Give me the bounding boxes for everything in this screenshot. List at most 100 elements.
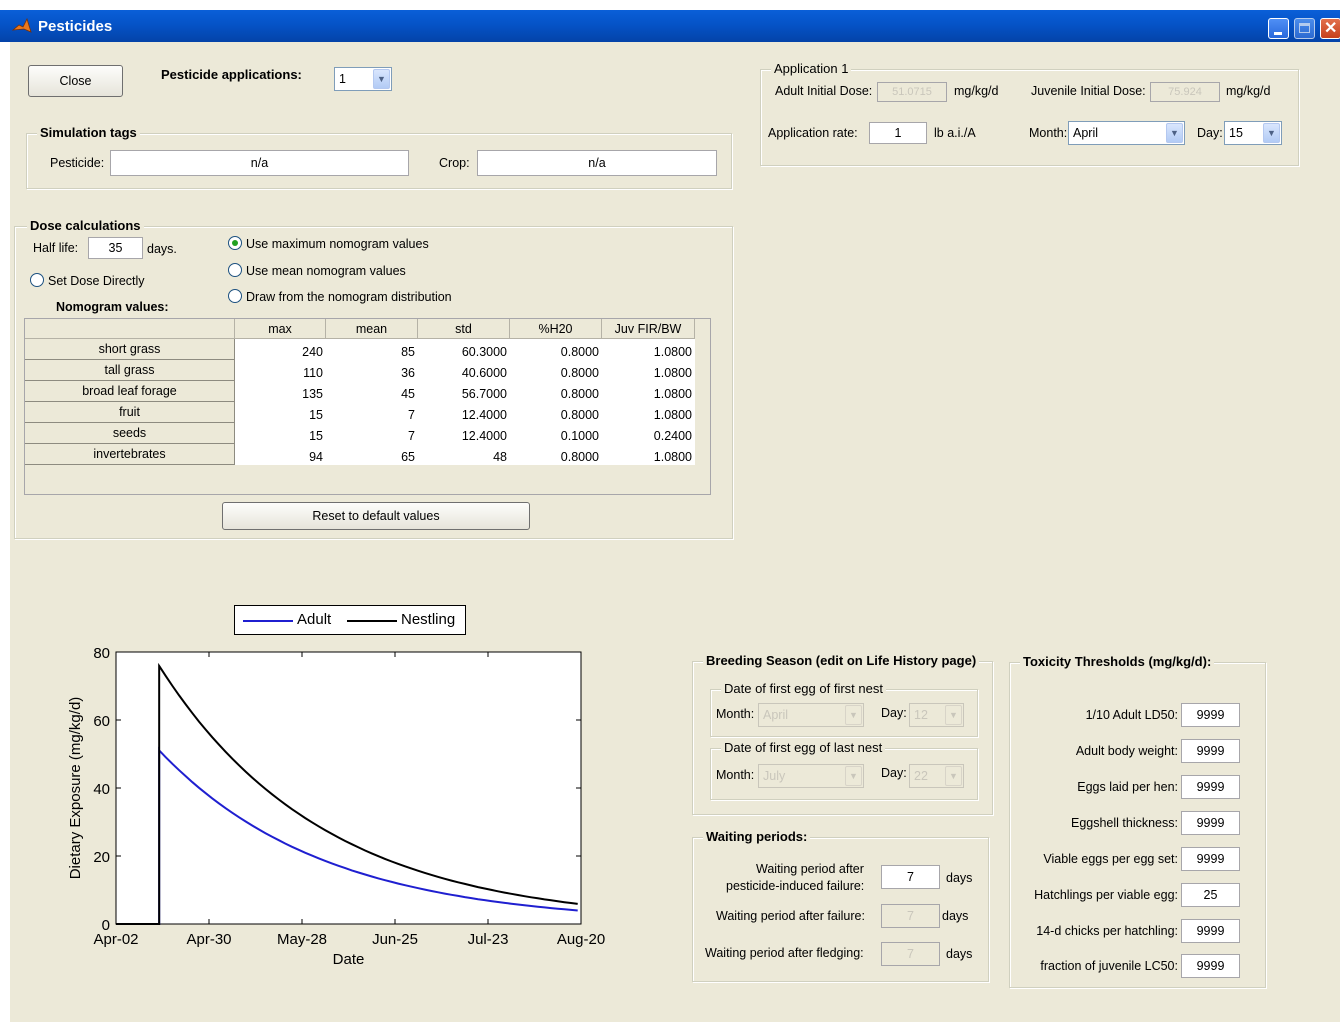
reset-defaults-button[interactable]: Reset to default values xyxy=(222,502,530,530)
table-cell[interactable]: 7 xyxy=(326,405,415,426)
x-tick-label: Apr-30 xyxy=(186,931,231,948)
table-cell[interactable]: 15 xyxy=(235,405,323,426)
wait-pesticide-failure-field[interactable]: 7 xyxy=(881,865,940,889)
wait3-label: Waiting period after fledging: xyxy=(705,946,864,960)
row-header: tall grass xyxy=(25,360,235,381)
table-cells: 240 85 60.3000 0.8000 1.0800 110 36 40.6… xyxy=(235,339,695,465)
adult-dose-field: 51.0715 xyxy=(877,82,947,102)
juvenile-dose-unit: mg/kg/d xyxy=(1226,84,1271,98)
table-cell[interactable]: 0.8000 xyxy=(510,342,599,363)
breeding-season-title: Breeding Season (edit on Life History pa… xyxy=(703,653,980,668)
toxicity-field[interactable]: 9999 xyxy=(1181,954,1240,978)
applications-label: Pesticide applications: xyxy=(161,67,302,82)
table-cell[interactable]: 48 xyxy=(418,447,507,468)
toxicity-field[interactable]: 9999 xyxy=(1181,703,1240,727)
chevron-down-icon: ▼ xyxy=(845,705,862,725)
half-life-unit: days. xyxy=(147,242,177,256)
rate-unit: lb a.i./A xyxy=(934,126,976,140)
half-life-field[interactable]: 35 xyxy=(88,237,143,259)
max-nomogram-radio[interactable] xyxy=(228,236,242,250)
days-unit: days xyxy=(942,909,969,923)
crop-field[interactable]: n/a xyxy=(477,150,717,176)
table-cell[interactable]: 0.8000 xyxy=(510,405,599,426)
juvenile-dose-label: Juvenile Initial Dose: xyxy=(1031,84,1146,98)
max-nomogram-label: Use maximum nomogram values xyxy=(246,237,429,251)
set-dose-directly-radio[interactable] xyxy=(30,273,44,287)
table-cell[interactable]: 1.0800 xyxy=(602,342,692,363)
table-cell[interactable]: 1.0800 xyxy=(602,405,692,426)
month-select[interactable]: April ▼ xyxy=(1068,121,1185,145)
first-day-select: 12 ▼ xyxy=(909,703,964,727)
chevron-down-icon: ▼ xyxy=(1166,123,1183,143)
table-cell[interactable]: 0.8000 xyxy=(510,363,599,384)
toxicity-field[interactable]: 9999 xyxy=(1181,811,1240,835)
column-header[interactable]: max xyxy=(235,319,326,339)
column-header[interactable]: mean xyxy=(326,319,418,339)
table-cell[interactable]: 12.4000 xyxy=(418,405,507,426)
table-cell[interactable]: 45 xyxy=(326,384,415,405)
toxicity-field[interactable]: 9999 xyxy=(1181,775,1240,799)
title-bar: Pesticides ✕ xyxy=(0,10,1340,42)
table-cell[interactable]: 0.2400 xyxy=(602,426,692,447)
days-unit: days xyxy=(946,871,973,885)
table-cell[interactable]: 36 xyxy=(326,363,415,384)
chevron-down-icon: ▼ xyxy=(945,705,962,725)
table-cell[interactable]: 7 xyxy=(326,426,415,447)
minimize-button[interactable] xyxy=(1268,18,1289,39)
table-cell[interactable]: 65 xyxy=(326,447,415,468)
y-tick-label: 80 xyxy=(93,645,110,662)
column-header[interactable]: std xyxy=(418,319,510,339)
table-cell[interactable]: 1.0800 xyxy=(602,447,692,468)
day-value: 15 xyxy=(1229,126,1243,140)
wait-failure-field: 7 xyxy=(881,904,940,928)
adult-dose-label: Adult Initial Dose: xyxy=(775,84,873,98)
table-cell[interactable]: 0.8000 xyxy=(510,384,599,405)
waiting-periods-title: Waiting periods: xyxy=(703,829,811,844)
legend-label: Adult xyxy=(297,611,332,628)
table-cell[interactable]: 60.3000 xyxy=(418,342,507,363)
row-header: fruit xyxy=(25,402,235,423)
toxicity-label: Eggshell thickness: xyxy=(1070,816,1178,830)
table-cell[interactable]: 40.6000 xyxy=(418,363,507,384)
table-cell[interactable]: 12.4000 xyxy=(418,426,507,447)
chevron-down-icon: ▼ xyxy=(845,766,862,786)
table-cell[interactable]: 1.0800 xyxy=(602,363,692,384)
toxicity-field[interactable]: 9999 xyxy=(1181,739,1240,763)
mean-nomogram-label: Use mean nomogram values xyxy=(246,264,406,278)
row-header: short grass xyxy=(25,339,235,360)
table-cell[interactable]: 0.8000 xyxy=(510,447,599,468)
toxicity-field[interactable]: 25 xyxy=(1181,883,1240,907)
table-cell[interactable]: 94 xyxy=(235,447,323,468)
toxicity-field[interactable]: 9999 xyxy=(1181,919,1240,943)
table-cell[interactable]: 1.0800 xyxy=(602,384,692,405)
column-header[interactable]: Juv FIR/BW xyxy=(602,319,695,339)
close-button[interactable]: Close xyxy=(28,65,123,97)
day-select[interactable]: 15 ▼ xyxy=(1224,121,1282,145)
pesticide-field[interactable]: n/a xyxy=(110,150,409,176)
chevron-down-icon: ▼ xyxy=(945,766,962,786)
table-cell[interactable]: 135 xyxy=(235,384,323,405)
column-header[interactable]: %H20 xyxy=(510,319,602,339)
month-value: April xyxy=(1073,126,1099,140)
set-dose-directly-label: Set Dose Directly xyxy=(48,274,145,288)
applications-value: 1 xyxy=(339,72,346,86)
application-title: Application 1 xyxy=(771,61,852,76)
table-cell[interactable]: 0.1000 xyxy=(510,426,599,447)
x-tick-label: Jul-23 xyxy=(468,931,509,948)
toxicity-label: Hatchlings per viable egg: xyxy=(1034,888,1178,902)
table-cell[interactable]: 15 xyxy=(235,426,323,447)
maximize-button[interactable] xyxy=(1294,18,1315,39)
mean-nomogram-radio[interactable] xyxy=(228,263,242,277)
chart-legend: Adult Nestling xyxy=(234,605,466,635)
close-window-button[interactable]: ✕ xyxy=(1320,18,1340,39)
draw-nomogram-radio[interactable] xyxy=(228,289,242,303)
rate-field[interactable]: 1 xyxy=(869,122,927,144)
x-tick-label: Apr-02 xyxy=(93,931,138,948)
table-cell[interactable]: 240 xyxy=(235,342,323,363)
first-nest-title: Date of first egg of first nest xyxy=(721,681,886,696)
table-cell[interactable]: 85 xyxy=(326,342,415,363)
applications-select[interactable]: 1 ▼ xyxy=(334,67,392,91)
table-cell[interactable]: 56.7000 xyxy=(418,384,507,405)
toxicity-field[interactable]: 9999 xyxy=(1181,847,1240,871)
table-cell[interactable]: 110 xyxy=(235,363,323,384)
